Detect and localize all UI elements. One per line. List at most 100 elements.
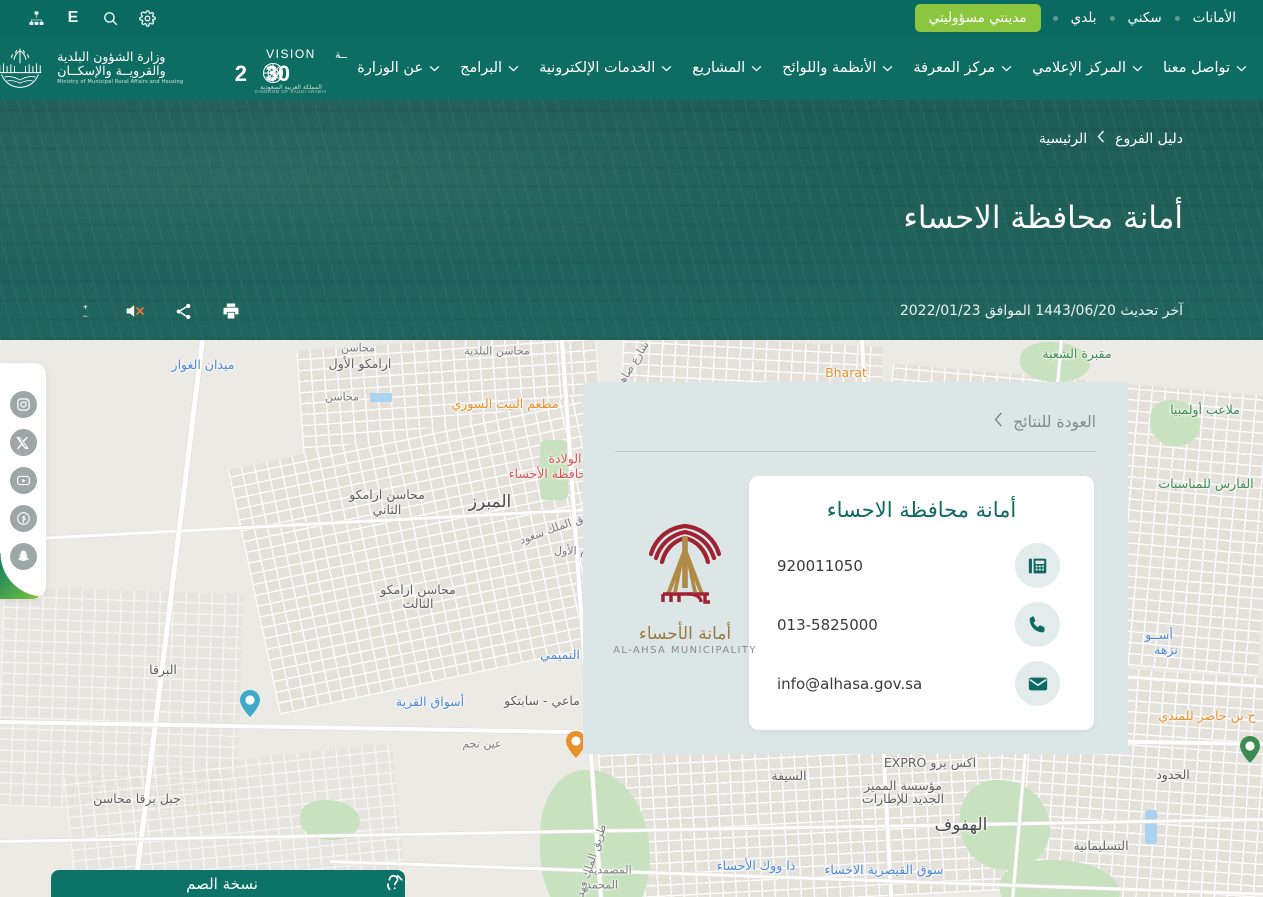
nav-item-label: البرامج [460, 60, 503, 76]
phone-icon [1015, 602, 1060, 647]
alahsa-municipality-emblem-icon [648, 523, 722, 604]
print-icon[interactable] [216, 296, 246, 326]
vision-2030-logo-graphic: VISION رؤيـــة 2 30 المملكة العربية السع… [235, 47, 347, 93]
map-label: ماعي - سابتكو [504, 692, 580, 708]
map-pin-maydan-alghawar[interactable] [240, 690, 260, 717]
topbar-separator-dot [1109, 15, 1115, 21]
map-label: ميدان الغوار [171, 356, 235, 372]
vision-2030-logo[interactable]: VISION رؤيـــة 2 30 المملكة العربية السع… [209, 43, 347, 93]
svg-text:−: − [83, 311, 88, 321]
map-label: عين نجم [462, 737, 502, 751]
map-label: المحمد [585, 878, 619, 892]
branch-detail-panel: العودة للنتائج أمانة محافظة الاحساء 9200… [583, 382, 1128, 754]
ministry-logo-text: وزارة الشؤون البلدية والقرويــة والإسكــ… [57, 50, 183, 86]
top-utility-icons: E [0, 8, 157, 28]
breadcrumb-item-branches-directory[interactable]: دليل الفروع [1115, 131, 1183, 147]
nav-item-label: الأنظمة واللوائح [782, 60, 877, 76]
top-utility-links: الأمانات سكني بلدي مدينتي مسؤوليتي [914, 0, 1263, 36]
hearing-impaired-icon [379, 872, 405, 896]
gear-icon[interactable] [137, 8, 157, 28]
map-label: Bharat [825, 364, 867, 380]
contact-row-email[interactable]: info@alhasa.gov.sa [749, 654, 1094, 713]
map-label: ح بن حاضر للمندي [1158, 707, 1256, 723]
topbar-separator-dot [1052, 15, 1058, 21]
map-label: محافظة الأحساء [508, 465, 594, 481]
ministry-logo[interactable]: وزارة الشؤون البلدية والقرويــة والإسكــ… [0, 36, 209, 100]
nav-item-programs[interactable]: البرامج [450, 36, 529, 100]
last-update-text: آخر تحديث 1443/06/20 الموافق 2022/01/23 [899, 303, 1183, 319]
map-label: محاسن البلدية [464, 344, 530, 358]
deaf-version-bar[interactable]: نسخة الصم [51, 870, 405, 897]
map-label: الهفوف [934, 815, 988, 836]
nav-item-media-center[interactable]: المركز الإعلامي [1022, 36, 1153, 100]
page-title: أمانة محافظة الاحساء [903, 200, 1183, 236]
snapchat-icon[interactable] [9, 543, 37, 570]
topbar-cta-my-city-my-responsibility[interactable]: مدينتي مسؤوليتي [914, 4, 1041, 32]
branch-logo-arabic-text: أمانة الأحساء [638, 624, 732, 644]
nav-item-label: الخدمات الإلكترونية [539, 60, 656, 76]
mute-icon[interactable] [120, 296, 150, 326]
instagram-icon[interactable] [9, 391, 37, 418]
nav-item-label: المركز الإعلامي [1032, 60, 1126, 76]
nav-item-label: تواصل معنا [1162, 60, 1230, 76]
back-label: العودة للنتائج [1013, 412, 1096, 431]
branch-card: أمانة محافظة الاحساء 920011050 013-58250… [749, 476, 1094, 730]
svg-text:رؤيـــة: رؤيـــة [335, 48, 347, 61]
chevron-down-icon [508, 36, 519, 100]
nav-item-label: مركز المعرفة [913, 60, 996, 76]
back-to-results-link[interactable]: العودة للنتائج [615, 412, 1096, 451]
topbar-link-amanat[interactable]: الأمانات [1180, 0, 1249, 36]
map-label: سوق القيصرية الاخساء [824, 861, 944, 877]
map-label: اكس برو EXPRO [883, 754, 977, 770]
sitemap-icon[interactable] [26, 8, 46, 28]
contact-row-fax[interactable]: 920011050 [749, 536, 1094, 595]
nav-item-contact[interactable]: تواصل معنا [1153, 36, 1257, 100]
x-twitter-icon[interactable] [9, 429, 37, 456]
chevron-down-icon [1132, 36, 1143, 100]
fax-icon [1015, 543, 1060, 588]
map-label: ملاعب أولمبيا [1170, 401, 1240, 417]
map-label: السيفة [771, 767, 807, 783]
map-label: التسليمانية [1073, 837, 1129, 853]
map-label: الثاني [372, 501, 402, 517]
nav-item-knowledge-center[interactable]: مركز المعرفة [903, 36, 1022, 100]
chevron-down-icon [1001, 36, 1012, 100]
chevron-left-icon [994, 412, 1003, 431]
topbar-link-sakani[interactable]: سكني [1115, 0, 1175, 36]
map-label: الثالث [402, 595, 434, 611]
font-size-icon[interactable]: A + − [72, 296, 102, 326]
ministry-name-line1: وزارة الشؤون البلدية [57, 49, 166, 65]
map-pin-olympia-fields[interactable] [1240, 736, 1260, 763]
map-label: محاسن [325, 390, 359, 404]
branch-name: أمانة محافظة الاحساء [826, 498, 1017, 522]
main-navigation-bar: VISION رؤيـــة 2 30 المملكة العربية السع… [0, 36, 1263, 100]
saudi-emblem-icon [0, 48, 42, 88]
panel-header: العودة للنتائج [583, 382, 1128, 451]
topbar-separator-dot [1174, 15, 1180, 21]
nav-item-projects[interactable]: المشاريع [682, 36, 772, 100]
map-label: مقبرة الشعبة [1042, 345, 1112, 361]
email-address: info@alhasa.gov.sa [777, 674, 923, 693]
facebook-icon[interactable] [9, 505, 37, 532]
map-label: الجديد للإطارات [861, 790, 945, 806]
ministry-name-line2: والقرويــة والإسكــان [57, 63, 166, 79]
nav-item-regulations[interactable]: الأنظمة واللوائح [772, 36, 903, 100]
breadcrumb-item-home[interactable]: الرئيسية [1039, 131, 1087, 147]
map-label: جبل برقا محاسن [93, 790, 181, 806]
search-icon[interactable] [100, 8, 120, 28]
english-icon[interactable]: E [63, 8, 83, 28]
chevron-left-icon [1097, 130, 1105, 147]
email-icon [1015, 661, 1060, 706]
topbar-link-balady[interactable]: بلدي [1058, 0, 1110, 36]
svg-text:30: 30 [266, 61, 290, 86]
share-icon[interactable] [168, 296, 198, 326]
map-label: نزهة [1154, 641, 1178, 657]
contact-row-phone[interactable]: 013-5825000 [749, 595, 1094, 654]
svg-text:+: + [83, 301, 88, 311]
chevron-down-icon [1236, 36, 1247, 100]
nav-item-eservices[interactable]: الخدمات الإلكترونية [529, 36, 682, 100]
map-label: أسواق القرية [395, 693, 465, 709]
svg-text:KINGDOM OF SAUDI ARABIA: KINGDOM OF SAUDI ARABIA [255, 89, 327, 93]
youtube-icon[interactable] [9, 467, 37, 494]
nav-item-about-ministry[interactable]: عن الوزارة [347, 36, 450, 100]
